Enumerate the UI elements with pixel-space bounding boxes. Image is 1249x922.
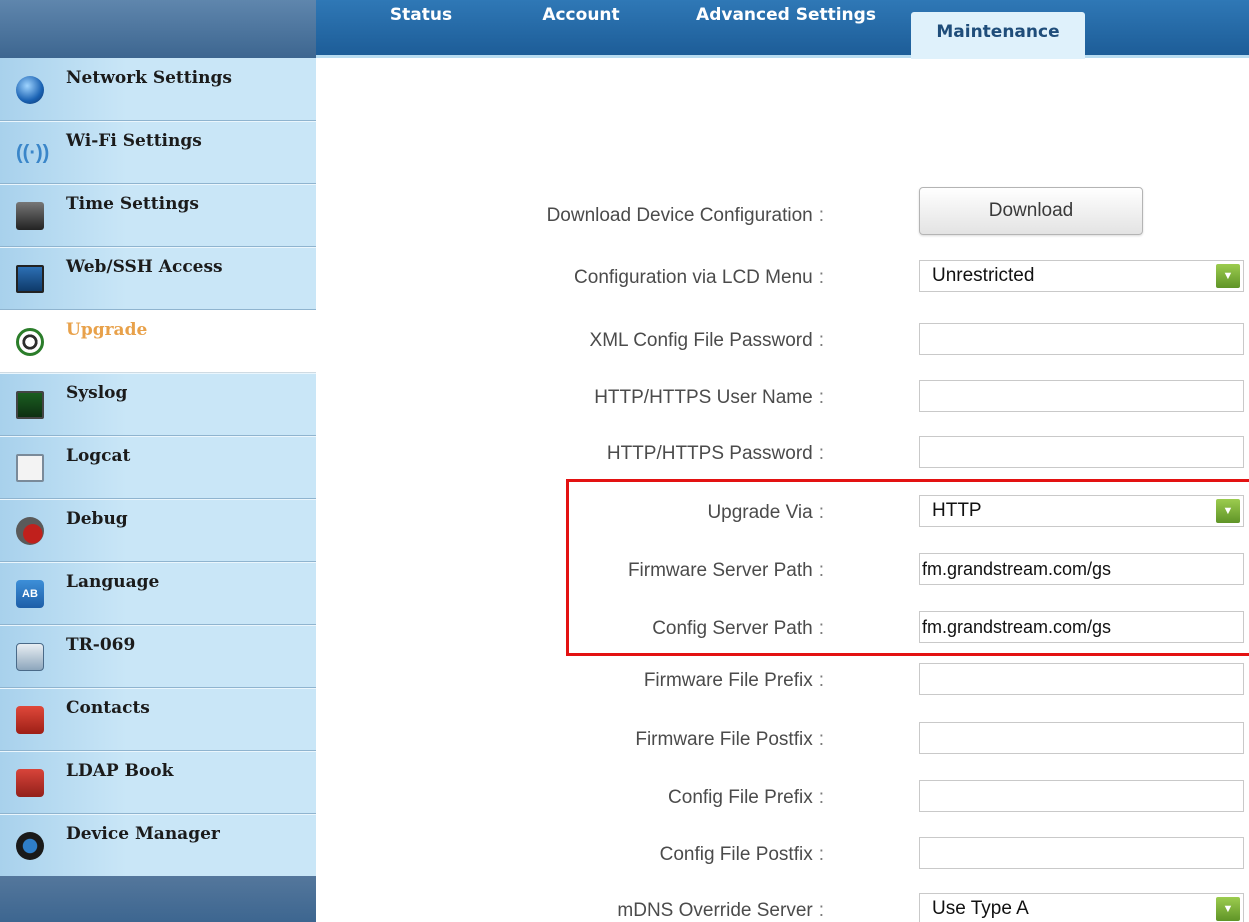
sidebar-item-language[interactable]: AB Language: [0, 562, 316, 625]
sidebar-item-label: Device Manager: [66, 824, 220, 844]
sidebar-item-device-manager[interactable]: Device Manager: [0, 814, 316, 877]
sidebar-item-label: Contacts: [66, 698, 150, 718]
download-button[interactable]: Download: [919, 187, 1143, 235]
firmware-server-path-label: Firmware Server Path:: [627, 560, 824, 581]
tab-maintenance[interactable]: Maintenance: [911, 12, 1085, 60]
sidebar-item-label: Language: [66, 572, 160, 592]
mdns-override-label: mDNS Override Server:: [617, 900, 824, 921]
upgrade-via-select[interactable]: HTTP ▼: [919, 495, 1244, 527]
sidebar-item-upgrade[interactable]: Upgrade: [0, 310, 316, 373]
row-firmware-prefix: Firmware File Prefix:: [316, 660, 1249, 710]
firmware-prefix-label: Firmware File Prefix:: [643, 670, 824, 691]
config-lcd-menu-label: Configuration via LCD Menu:: [574, 267, 824, 288]
sidebar-item-label: Network Settings: [66, 68, 232, 88]
firmware-server-path-field[interactable]: fm.grandstream.com/gs: [919, 553, 1244, 585]
sidebar-item-label: Wi-Fi Settings: [66, 131, 202, 151]
mdns-override-value: Use Type A: [932, 898, 1029, 919]
download-config-label: Download Device Configuration:: [546, 205, 824, 226]
sidebar-item-ldap-book[interactable]: LDAP Book: [0, 751, 316, 814]
chevron-down-icon: ▼: [1216, 264, 1240, 288]
sidebar-item-time-settings[interactable]: Time Settings: [0, 184, 316, 247]
xml-password-field[interactable]: [919, 323, 1244, 355]
phone-book-icon: [16, 706, 44, 734]
config-server-path-label: Config Server Path:: [652, 618, 824, 639]
config-postfix-field[interactable]: [919, 837, 1244, 869]
upgrade-icon: [16, 328, 44, 356]
syslog-icon: [16, 391, 44, 419]
sidebar-item-wifi-settings[interactable]: ((·)) Wi-Fi Settings: [0, 121, 316, 184]
sidebar-item-tr069[interactable]: TR-069: [0, 625, 316, 688]
sidebar: Network Settings ((·)) Wi-Fi Settings Ti…: [0, 58, 316, 877]
config-prefix-field[interactable]: [919, 780, 1244, 812]
bug-icon: [16, 517, 44, 545]
http-user-label: HTTP/HTTPS User Name:: [594, 387, 824, 408]
sidebar-item-label: Syslog: [66, 383, 128, 403]
sidebar-item-label: Logcat: [66, 446, 131, 466]
sidebar-item-syslog[interactable]: Syslog: [0, 373, 316, 436]
sidebar-item-contacts[interactable]: Contacts: [0, 688, 316, 751]
sidebar-item-debug[interactable]: Debug: [0, 499, 316, 562]
chevron-down-icon: ▼: [1216, 499, 1240, 523]
tools-icon: [16, 832, 44, 860]
tab-account[interactable]: Account: [521, 0, 641, 40]
firmware-postfix-field[interactable]: [919, 722, 1244, 754]
config-server-path-field[interactable]: fm.grandstream.com/gs: [919, 611, 1244, 643]
tab-advanced-settings[interactable]: Advanced Settings: [676, 0, 896, 40]
clock-icon: [16, 202, 44, 230]
config-postfix-label: Config File Postfix:: [659, 844, 824, 865]
row-mdns-override: mDNS Override Server: Use Type A ▼: [316, 890, 1249, 922]
row-http-user: HTTP/HTTPS User Name:: [316, 377, 1249, 427]
firmware-postfix-label: Firmware File Postfix:: [635, 729, 824, 750]
monitor-network-icon: [16, 265, 44, 293]
row-config-server-path: Config Server Path: fm.grandstream.com/g…: [316, 608, 1249, 658]
sidebar-item-label: Debug: [66, 509, 128, 529]
http-password-label: HTTP/HTTPS Password:: [606, 443, 824, 464]
sidebar-item-label: LDAP Book: [66, 761, 174, 781]
row-config-prefix: Config File Prefix:: [316, 777, 1249, 827]
row-download-config: Download Device Configuration: Download: [316, 187, 1249, 245]
top-tab-bar: Status Account Advanced Settings Mainten…: [316, 0, 1249, 60]
http-user-field[interactable]: [919, 380, 1244, 412]
config-lcd-menu-value: Unrestricted: [932, 265, 1035, 286]
sidebar-item-label: Time Settings: [66, 194, 199, 214]
row-config-lcd-menu: Configuration via LCD Menu: Unrestricted…: [316, 257, 1249, 307]
row-firmware-postfix: Firmware File Postfix:: [316, 719, 1249, 769]
sidebar-item-logcat[interactable]: Logcat: [0, 436, 316, 499]
header-left-bar: [0, 0, 316, 58]
config-prefix-label: Config File Prefix:: [668, 787, 824, 808]
ldap-icon: [16, 769, 44, 797]
mdns-override-select[interactable]: Use Type A ▼: [919, 893, 1244, 922]
language-icon: AB: [16, 580, 44, 608]
row-firmware-server-path: Firmware Server Path: fm.grandstream.com…: [316, 550, 1249, 600]
chevron-down-icon: ▼: [1216, 897, 1240, 921]
sidebar-item-web-ssh-access[interactable]: Web/SSH Access: [0, 247, 316, 310]
network-icon: [16, 76, 44, 104]
magnifier-icon: [16, 454, 44, 482]
http-password-field[interactable]: [919, 436, 1244, 468]
row-http-password: HTTP/HTTPS Password:: [316, 433, 1249, 483]
sidebar-item-label: TR-069: [66, 635, 136, 655]
firmware-prefix-field[interactable]: [919, 663, 1244, 695]
sidebar-item-label: Web/SSH Access: [66, 257, 223, 277]
upgrade-via-value: HTTP: [932, 500, 982, 521]
tab-status[interactable]: Status: [371, 0, 471, 40]
sidebar-footer: [0, 876, 316, 922]
wifi-icon: ((·)): [16, 142, 50, 164]
sidebar-item-label: Upgrade: [66, 320, 148, 340]
xml-password-label: XML Config File Password:: [589, 330, 824, 351]
upgrade-via-label: Upgrade Via:: [707, 502, 824, 523]
row-xml-password: XML Config File Password:: [316, 320, 1249, 370]
row-config-postfix: Config File Postfix:: [316, 834, 1249, 884]
config-lcd-menu-select[interactable]: Unrestricted ▼: [919, 260, 1244, 292]
sidebar-item-network-settings[interactable]: Network Settings: [0, 58, 316, 121]
server-icon: [16, 643, 44, 671]
row-upgrade-via: Upgrade Via: HTTP ▼: [316, 492, 1249, 542]
